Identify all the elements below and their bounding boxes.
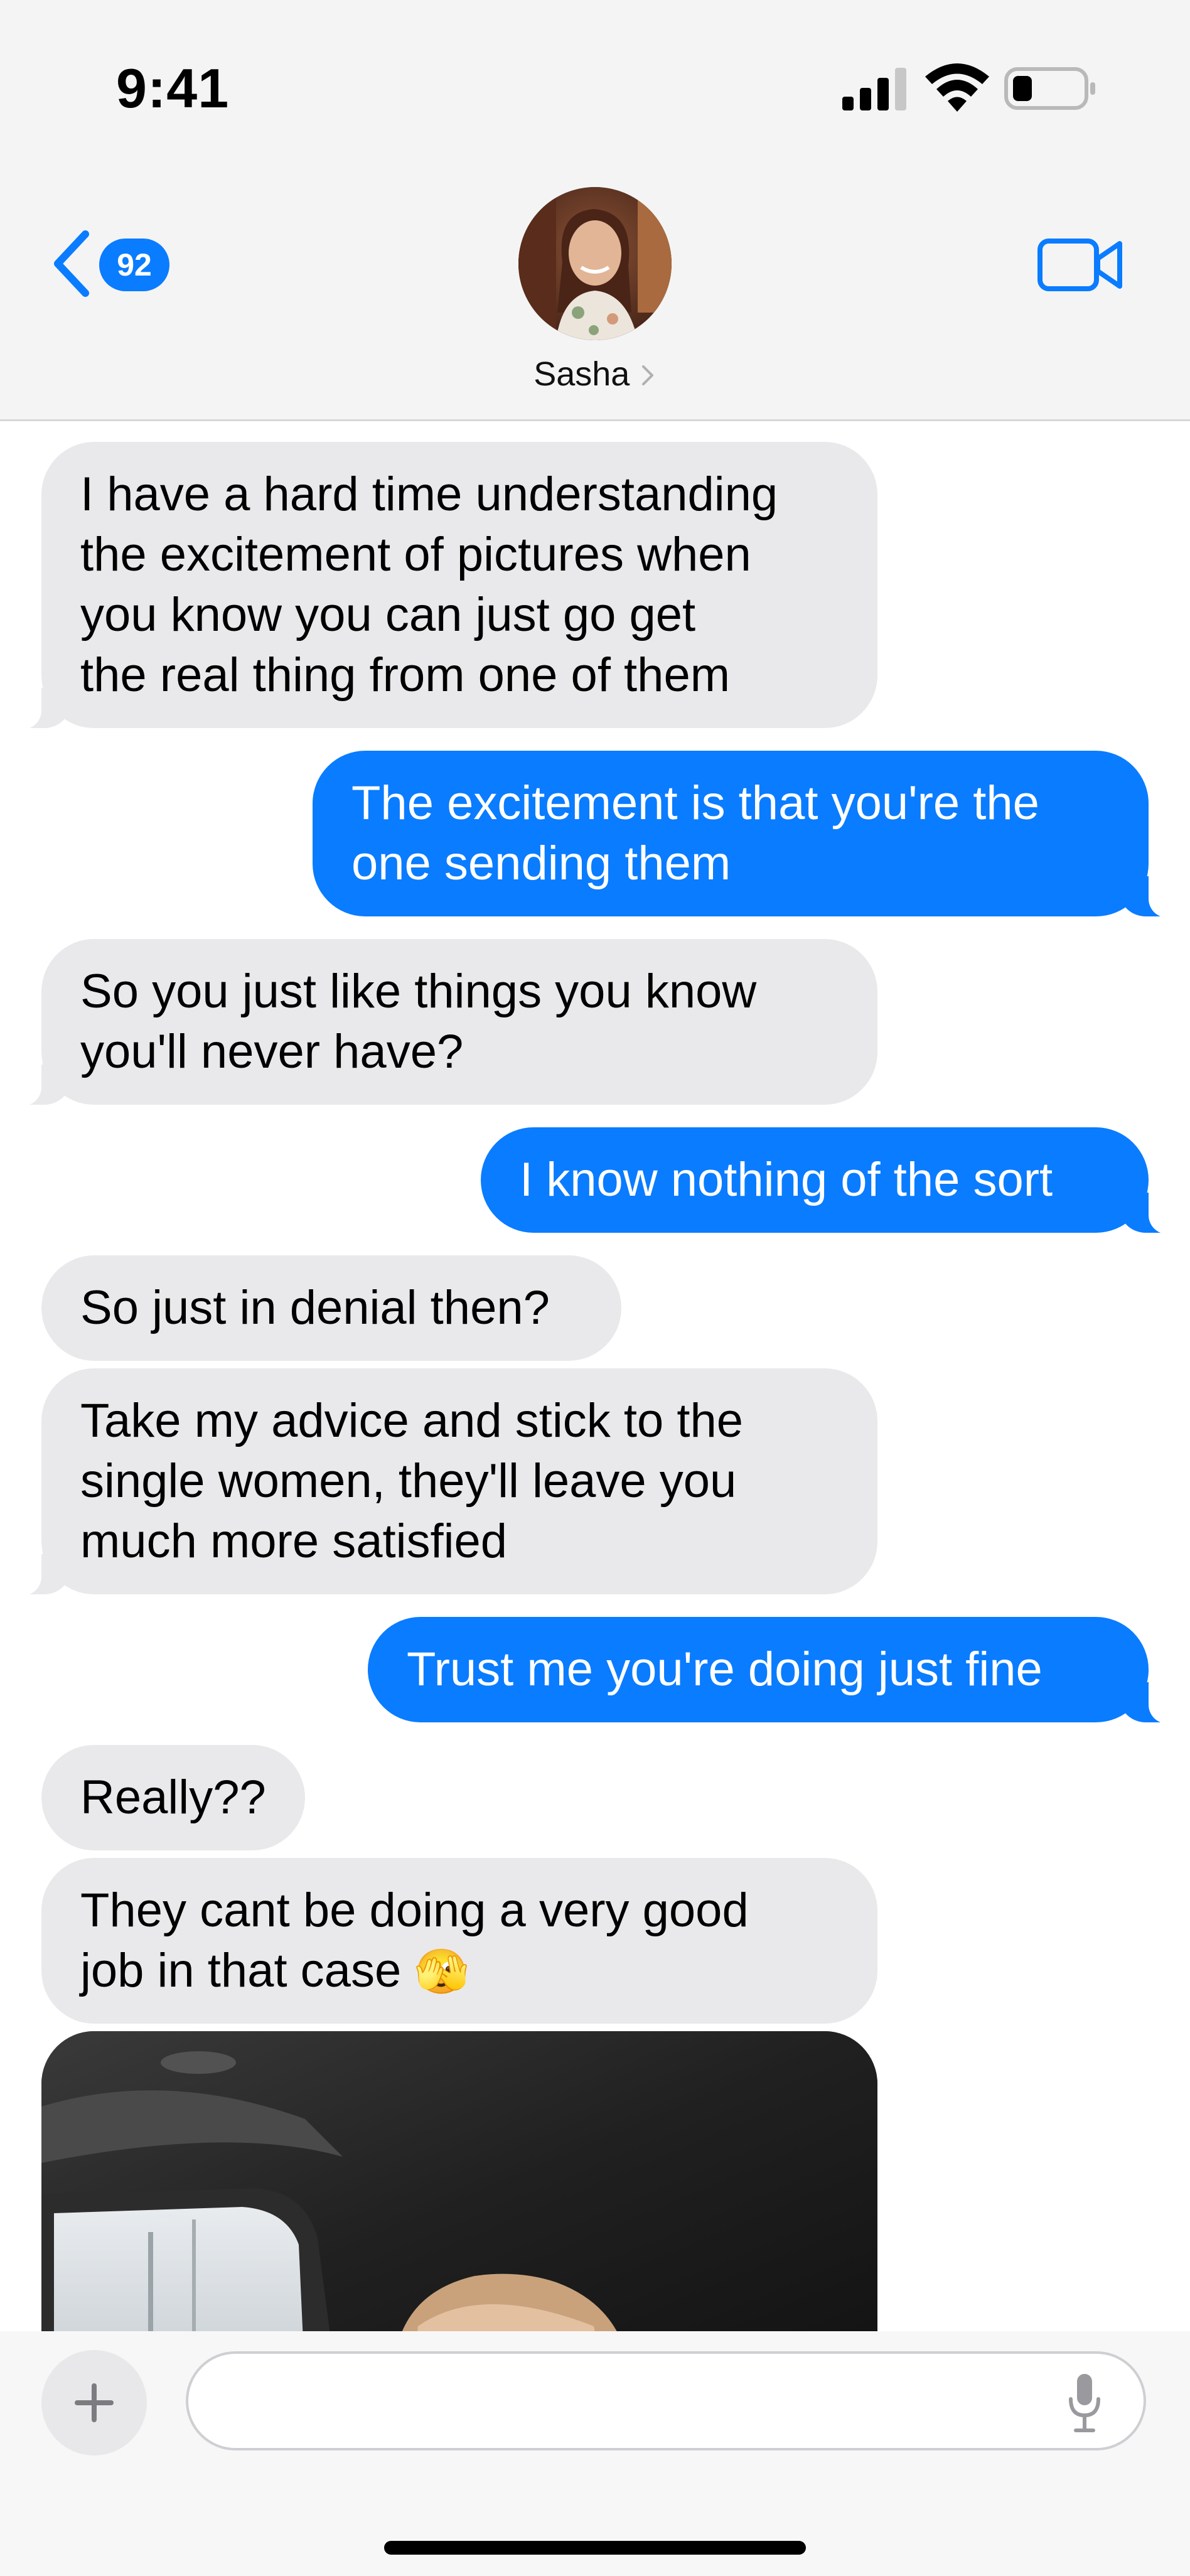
contact-name: Sasha: [533, 355, 630, 393]
incoming-message[interactable]: So you just like things you know you'll …: [13, 939, 877, 1106]
status-time: 9:41: [116, 57, 230, 119]
message-line: Take my advice and stick to the: [80, 1394, 744, 1447]
attached-photo: [41, 2031, 877, 2383]
message-line: Trust me you're doing just fine: [407, 1643, 1043, 1696]
message-line: They cant be doing a very good: [80, 1884, 749, 1937]
back-chevron-icon: [54, 230, 89, 297]
incoming-message[interactable]: Take my advice and stick to the single w…: [13, 1368, 877, 1596]
message-line: The excitement is that you're the: [351, 776, 1039, 830]
video-camera-icon[interactable]: [1037, 233, 1125, 296]
message-line: So just in denial then?: [80, 1281, 550, 1334]
add-attachment-button[interactable]: [41, 2350, 147, 2455]
battery-icon: [1004, 67, 1095, 110]
emoji: 🫣: [414, 1946, 469, 1997]
message-text: job in that case: [80, 1944, 402, 1997]
outgoing-message[interactable]: The excitement is that you're the one se…: [313, 751, 1177, 918]
incoming-message[interactable]: Really??: [41, 1745, 305, 1850]
signal-icon: [842, 68, 906, 110]
incoming-message[interactable]: So just in denial then?: [41, 1255, 621, 1361]
photo-attachment[interactable]: [41, 2031, 877, 2383]
outgoing-message[interactable]: Trust me you're doing just fine: [368, 1617, 1177, 1724]
unread-count-badge: 92: [99, 239, 169, 291]
back-button[interactable]: 92: [50, 229, 176, 298]
message-line: single women, they'll leave you: [80, 1454, 737, 1508]
message-line: the excitement of pictures when: [80, 528, 751, 581]
message-line: one sending them: [351, 837, 731, 890]
message-input[interactable]: [186, 2351, 1146, 2450]
compose-bar: [0, 2331, 1190, 2576]
plus-icon: [75, 2383, 114, 2422]
status-bar: 9:41: [0, 0, 1190, 163]
message-line: So you just like things you know: [80, 965, 757, 1018]
incoming-message[interactable]: They cant be doing a very good job in th…: [41, 1858, 877, 2024]
message-line: much more satisfied: [80, 1515, 508, 1568]
message-line: job in that case 🫣: [80, 1941, 839, 2002]
message-line: Really??: [80, 1771, 266, 1824]
message-line: I have a hard time understanding: [80, 468, 778, 521]
message-line: I know nothing of the sort: [520, 1153, 1053, 1206]
avatar-photo: [518, 187, 672, 340]
conversation-header: 92 Sasha: [0, 163, 1190, 421]
microphone-icon[interactable]: [1066, 2371, 1103, 2434]
message-line: you'll never have?: [80, 1025, 464, 1078]
message-line: you know you can just go get: [80, 588, 696, 641]
chevron-right-icon: [641, 365, 653, 385]
wifi-icon: [925, 63, 989, 112]
incoming-message[interactable]: I have a hard time understanding the exc…: [13, 442, 877, 729]
contact-avatar[interactable]: [518, 187, 672, 340]
contact-name-button[interactable]: Sasha: [0, 355, 1190, 394]
message-line: the real thing from one of them: [80, 648, 731, 702]
home-indicator[interactable]: [384, 2541, 806, 2555]
outgoing-message[interactable]: I know nothing of the sort: [481, 1127, 1177, 1234]
